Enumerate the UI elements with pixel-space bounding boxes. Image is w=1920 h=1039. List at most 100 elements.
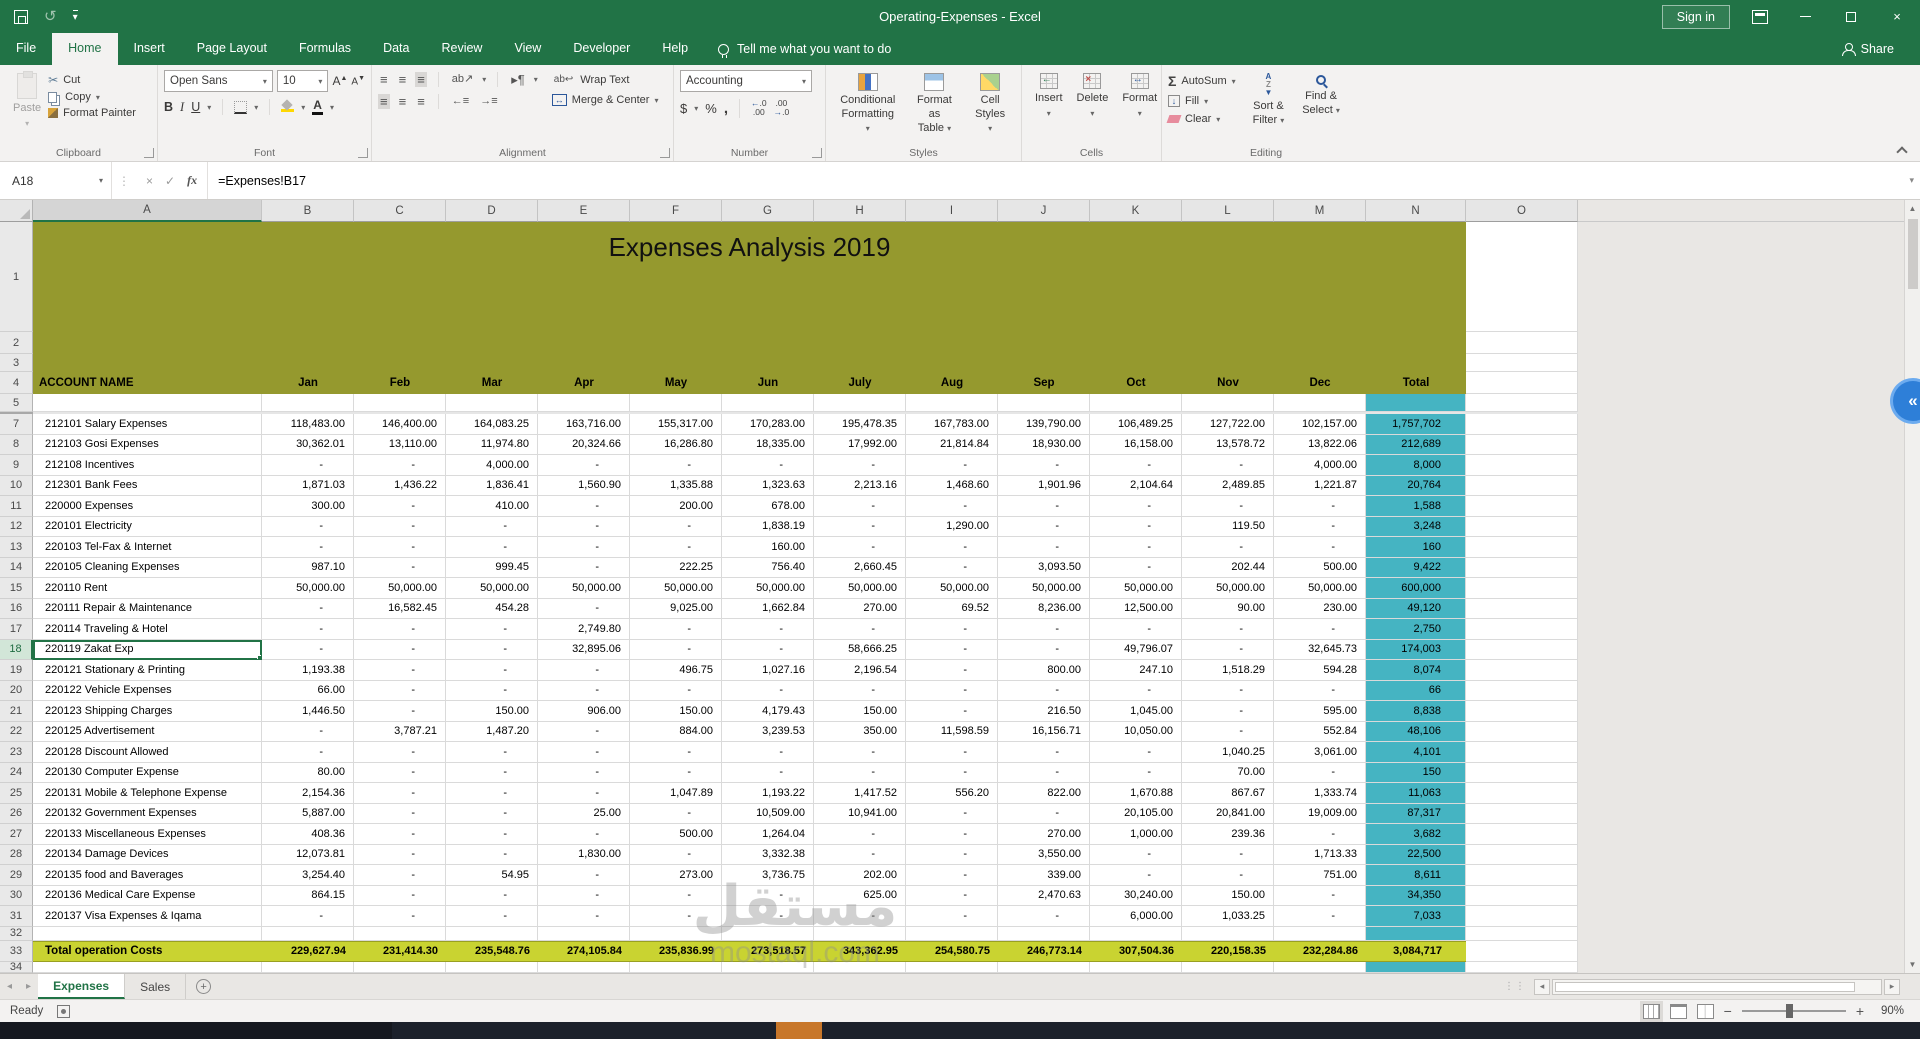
cell-J29[interactable]: 339.00 — [998, 865, 1090, 886]
number-dialog-launcher[interactable] — [812, 148, 822, 158]
cell-C21[interactable]: - — [354, 701, 446, 722]
cell-H18[interactable]: 58,666.25 — [814, 639, 906, 660]
cell-A11[interactable]: 220000 Expenses — [33, 496, 262, 517]
cell-D32[interactable] — [446, 926, 538, 941]
cell-H28[interactable]: - — [814, 844, 906, 865]
cell-L27[interactable]: 239.36 — [1182, 824, 1274, 845]
cell-H25[interactable]: 1,417.52 — [814, 783, 906, 804]
cell-G8[interactable]: 18,335.00 — [722, 434, 814, 455]
cell-L34[interactable] — [1182, 961, 1274, 973]
cell-J31[interactable]: - — [998, 906, 1090, 927]
cell-C15[interactable]: 50,000.00 — [354, 578, 446, 599]
cell-O26[interactable] — [1466, 803, 1578, 824]
italic-button[interactable]: I — [180, 100, 184, 115]
bold-button[interactable]: B — [164, 100, 173, 114]
cell-O15[interactable] — [1466, 578, 1578, 599]
cell-C13[interactable]: - — [354, 537, 446, 558]
cell-L12[interactable]: 119.50 — [1182, 516, 1274, 537]
cell-H19[interactable]: 2,196.54 — [814, 660, 906, 681]
cell-I17[interactable]: - — [906, 619, 998, 640]
insert-function-icon[interactable]: fx — [187, 173, 197, 188]
cell-K27[interactable]: 1,000.00 — [1090, 824, 1182, 845]
col-header-F[interactable]: F — [630, 200, 722, 222]
cell-J17[interactable]: - — [998, 619, 1090, 640]
cell-I29[interactable]: - — [906, 865, 998, 886]
cell-J32[interactable] — [998, 926, 1090, 941]
cell-C33[interactable]: 231,414.30 — [354, 940, 446, 962]
cell-N31[interactable]: 7,033 — [1366, 906, 1466, 927]
col-header-L[interactable]: L — [1182, 200, 1274, 222]
fill-handle[interactable] — [257, 655, 261, 660]
cell-styles-button[interactable]: Cell Styles ▾ — [965, 70, 1015, 138]
cell-O30[interactable] — [1466, 885, 1578, 906]
cell-M15[interactable]: 50,000.00 — [1274, 578, 1366, 599]
cell-F5[interactable] — [630, 394, 722, 412]
confirm-entry-icon[interactable]: ✓ — [165, 174, 175, 188]
cell-D7[interactable]: 164,083.25 — [446, 414, 538, 435]
cell-D25[interactable]: - — [446, 783, 538, 804]
cell-H13[interactable]: - — [814, 537, 906, 558]
cell-M17[interactable]: - — [1274, 619, 1366, 640]
cell-C18[interactable]: - — [354, 639, 446, 660]
cell-J25[interactable]: 822.00 — [998, 783, 1090, 804]
cell-C26[interactable]: - — [354, 803, 446, 824]
name-box-dropdown-icon[interactable]: ▾ — [99, 176, 103, 185]
cell-C10[interactable]: 1,436.22 — [354, 475, 446, 496]
cell-J27[interactable]: 270.00 — [998, 824, 1090, 845]
cell-B21[interactable]: 1,446.50 — [262, 701, 354, 722]
cell-F19[interactable]: 496.75 — [630, 660, 722, 681]
cell-N5[interactable] — [1366, 394, 1466, 412]
font-color-icon[interactable]: A — [312, 98, 323, 116]
cell-F18[interactable]: - — [630, 639, 722, 660]
cell-J16[interactable]: 8,236.00 — [998, 598, 1090, 619]
cell-A27[interactable]: 220133 Miscellaneous Expenses — [33, 824, 262, 845]
align-center-icon[interactable]: ≡ — [397, 94, 409, 109]
sheet-nav-left-icon[interactable]: ◂ — [0, 974, 19, 999]
cell-L18[interactable]: - — [1182, 639, 1274, 660]
cell-H15[interactable]: 50,000.00 — [814, 578, 906, 599]
cell-L30[interactable]: 150.00 — [1182, 885, 1274, 906]
cell-G16[interactable]: 1,662.84 — [722, 598, 814, 619]
vertical-scroll-thumb[interactable] — [1907, 219, 1918, 289]
cell-E32[interactable] — [538, 926, 630, 941]
ribbon-tab-page-layout[interactable]: Page Layout — [181, 33, 283, 65]
cell-M16[interactable]: 230.00 — [1274, 598, 1366, 619]
cell-I8[interactable]: 21,814.84 — [906, 434, 998, 455]
cell-O22[interactable] — [1466, 721, 1578, 742]
cell-C30[interactable]: - — [354, 885, 446, 906]
cell-H12[interactable]: - — [814, 516, 906, 537]
cell-K17[interactable]: - — [1090, 619, 1182, 640]
cell-C11[interactable]: - — [354, 496, 446, 517]
cell-M33[interactable]: 232,284.86 — [1274, 940, 1366, 962]
cell-L22[interactable]: - — [1182, 721, 1274, 742]
cell-K19[interactable]: 247.10 — [1090, 660, 1182, 681]
row-header-10[interactable]: 10 — [0, 475, 33, 496]
taskbar-app-icon[interactable] — [776, 1022, 822, 1039]
cell-I18[interactable]: - — [906, 639, 998, 660]
row-header-4[interactable]: 4 — [0, 372, 33, 394]
cell-J20[interactable]: - — [998, 680, 1090, 701]
row-header-27[interactable]: 27 — [0, 824, 33, 845]
increase-indent-icon[interactable]: →≡ — [478, 95, 499, 108]
col-header-I[interactable]: I — [906, 200, 998, 222]
tell-me-box[interactable]: Tell me what you want to do — [704, 33, 905, 65]
cell-O10[interactable] — [1466, 475, 1578, 496]
cell-N27[interactable]: 3,682 — [1366, 824, 1466, 845]
collapse-ribbon-icon[interactable] — [1896, 146, 1908, 158]
row-header-12[interactable]: 12 — [0, 516, 33, 537]
cell-J14[interactable]: 3,093.50 — [998, 557, 1090, 578]
cell-C32[interactable] — [354, 926, 446, 941]
cell-B18[interactable]: - — [262, 639, 354, 660]
cell-J12[interactable]: - — [998, 516, 1090, 537]
cell-H8[interactable]: 17,992.00 — [814, 434, 906, 455]
cell-D21[interactable]: 150.00 — [446, 701, 538, 722]
cell-G23[interactable]: - — [722, 742, 814, 763]
cell-A16[interactable]: 220111 Repair & Maintenance — [33, 598, 262, 619]
cell-A10[interactable]: 212301 Bank Fees — [33, 475, 262, 496]
cell-O12[interactable] — [1466, 516, 1578, 537]
cell-B28[interactable]: 12,073.81 — [262, 844, 354, 865]
selected-cell-A18[interactable]: 220119 Zakat Exp — [33, 639, 262, 660]
customize-quick-access-icon[interactable]: ▾ — [72, 10, 78, 23]
cell-A17[interactable]: 220114 Traveling & Hotel — [33, 619, 262, 640]
cell-B16[interactable]: - — [262, 598, 354, 619]
